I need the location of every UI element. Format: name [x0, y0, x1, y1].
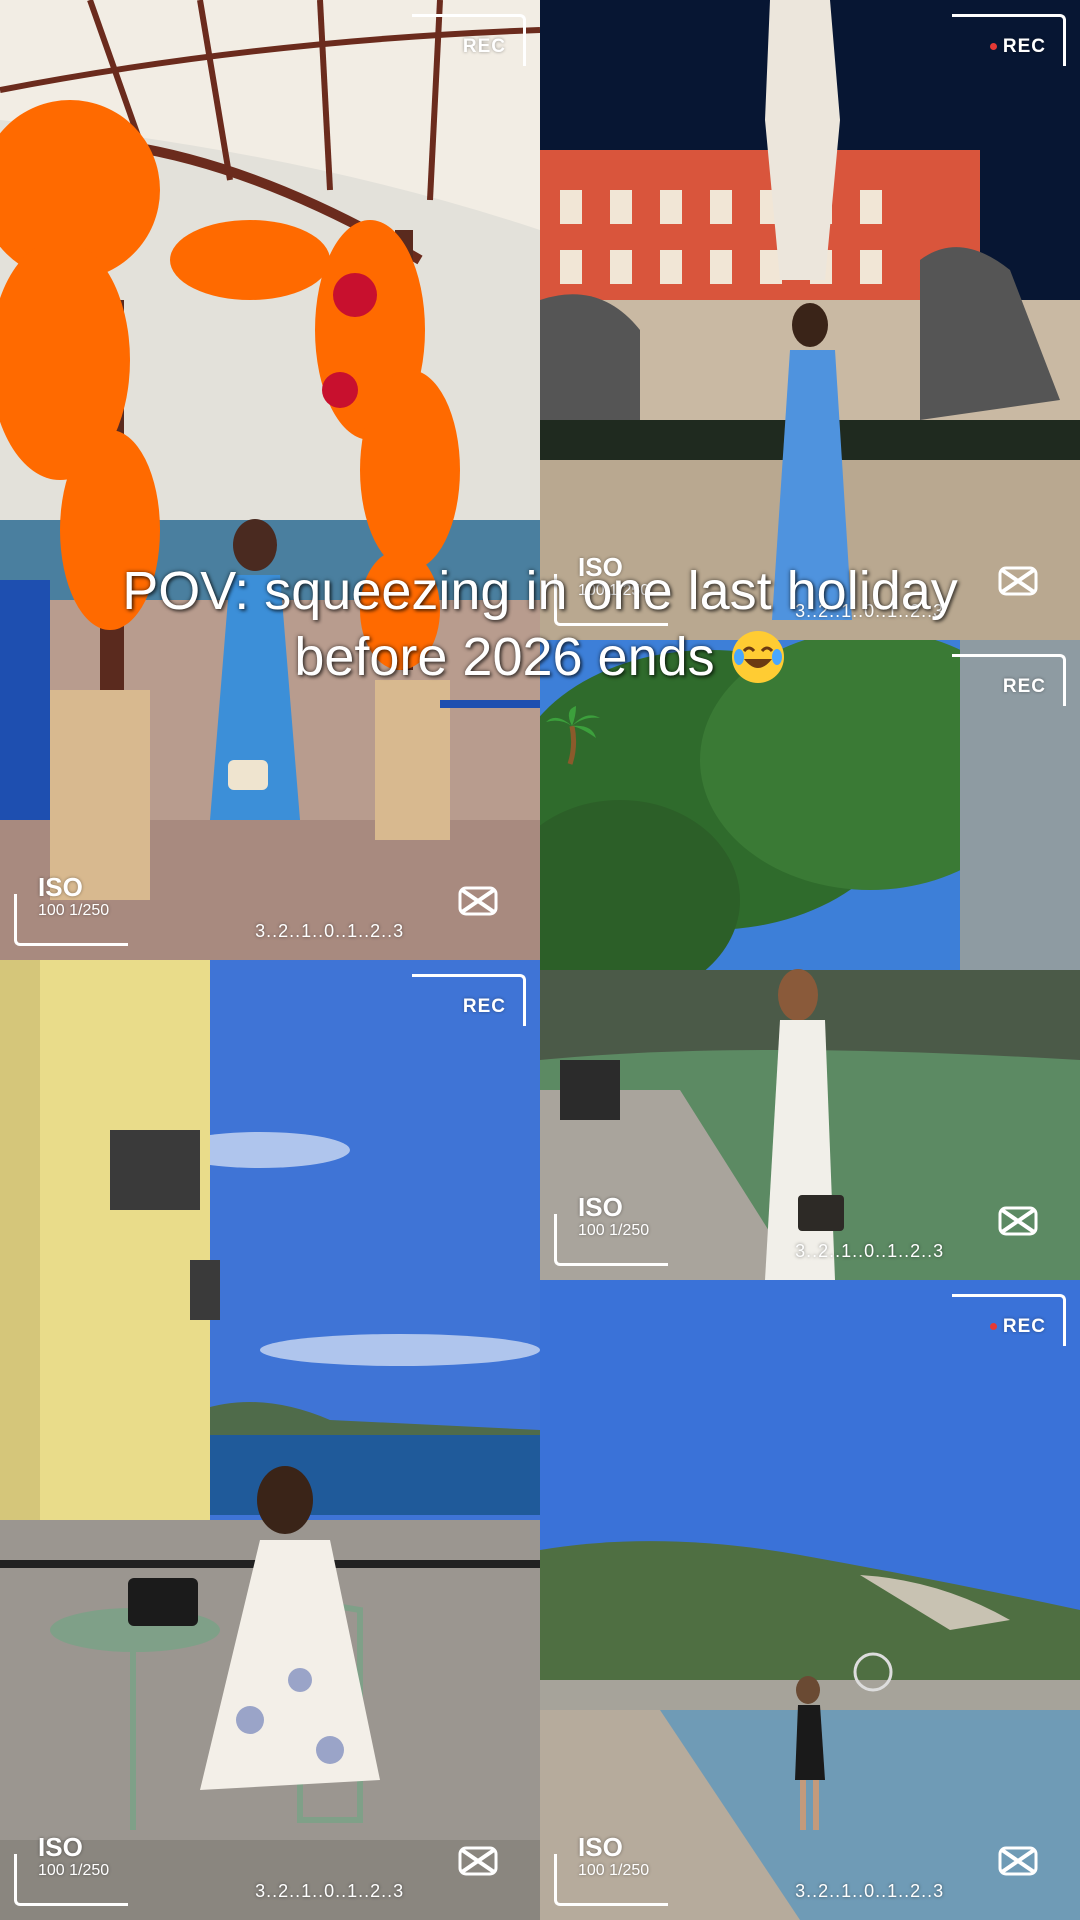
- iso-readout: ISO 100 1/250: [578, 1194, 649, 1240]
- laughing-tears-emoji-icon: [731, 631, 784, 683]
- exposure-scale: 3..2..1..0..1..2..3: [255, 921, 405, 941]
- palm-tree-icon: [546, 706, 600, 765]
- caption-text: POV: squeezing in one last holiday befor…: [122, 561, 958, 687]
- capcut-icon: [998, 1206, 1038, 1236]
- rec-indicator: REC: [463, 996, 506, 1018]
- iso-label: ISO: [578, 1192, 623, 1222]
- iso-label: ISO: [38, 872, 83, 902]
- capcut-icon: [998, 1846, 1038, 1876]
- iso-label: ISO: [578, 1832, 623, 1862]
- rec-indicator: REC: [463, 36, 506, 58]
- rec-indicator: REC: [989, 36, 1046, 58]
- iso-readout: ISO 100 1/250: [578, 1834, 649, 1880]
- capcut-icon: [458, 1846, 498, 1876]
- photo-panel-statue-fountain: REC ISO 100 1/250 3..2..1..0..1..2..3: [540, 0, 1080, 640]
- exposure-scale: 3..2..1..0..1..2..3: [255, 1881, 405, 1901]
- iso-label: ISO: [38, 1832, 83, 1862]
- rec-label: REC: [462, 996, 506, 1017]
- rec-label: REC: [1002, 36, 1046, 57]
- photo-panel-beach: REC ISO 100 1/250 3..2..1..0..1..2..3: [540, 1280, 1080, 1920]
- iso-readout: ISO 100 1/250: [38, 874, 109, 920]
- capcut-icon: [458, 886, 498, 916]
- exposure-scale: 3..2..1..0..1..2..3: [795, 1881, 945, 1901]
- rec-dot-icon: [989, 43, 997, 51]
- iso-value: 100 1/250: [578, 1222, 650, 1239]
- flower-gazebo-photo: [0, 0, 540, 960]
- photo-panel-flower-gazebo: REC ISO 100 1/250 3..2..1..0..1..2..3: [0, 0, 540, 960]
- rec-dot-icon: [989, 1323, 997, 1331]
- garden-fountain-photo: [540, 640, 1080, 1280]
- iso-readout: ISO 100 1/250: [38, 1834, 109, 1880]
- beach-photo: [540, 1280, 1080, 1920]
- terrace-seaview-photo: [0, 960, 540, 1920]
- statue-fountain-photo: [540, 0, 1080, 640]
- rec-label: REC: [462, 36, 506, 57]
- video-caption: POV: squeezing in one last holiday befor…: [0, 558, 1080, 690]
- photo-panel-garden-fountain: REC ISO 100 1/250 3..2..1..0..1..2..3: [540, 640, 1080, 1280]
- rec-label: REC: [1002, 1316, 1046, 1337]
- exposure-scale: 3..2..1..0..1..2..3: [795, 1241, 945, 1261]
- rec-indicator: REC: [989, 1316, 1046, 1338]
- iso-value: 100 1/250: [38, 902, 110, 919]
- iso-value: 100 1/250: [578, 1862, 650, 1879]
- iso-value: 100 1/250: [38, 1862, 110, 1879]
- photo-panel-terrace-seaview: REC ISO 100 1/250 3..2..1..0..1..2..3: [0, 960, 540, 1920]
